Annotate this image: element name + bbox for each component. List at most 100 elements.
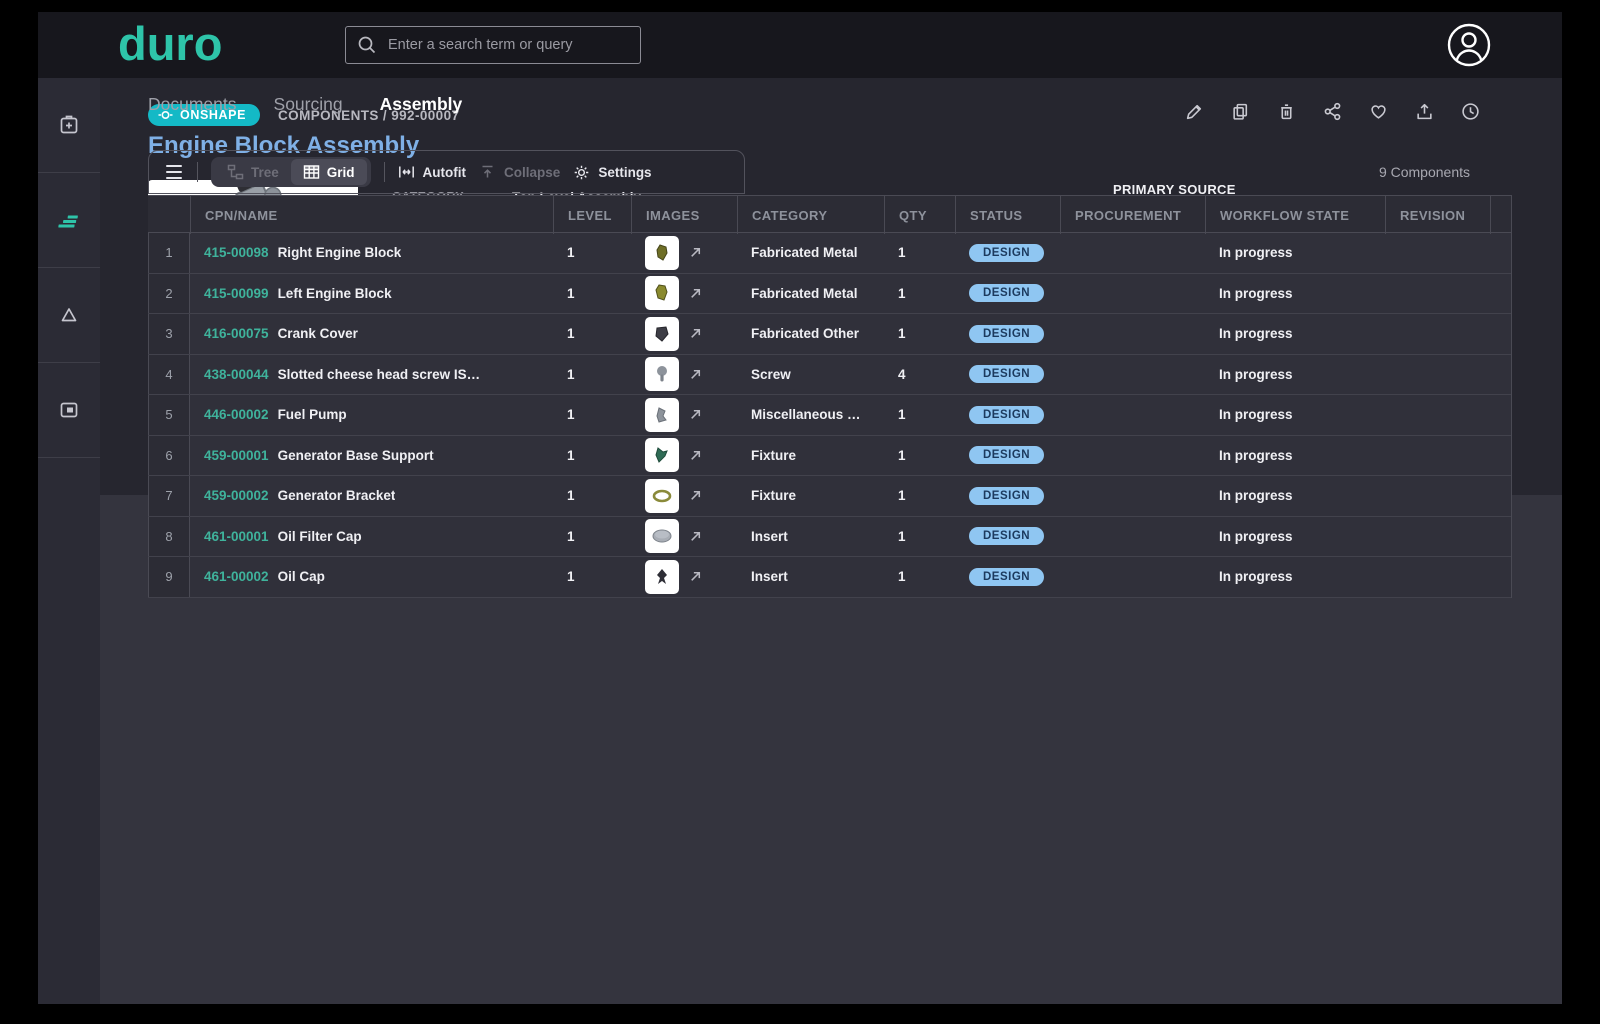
- cpn-link[interactable]: 459-00002: [204, 488, 269, 503]
- cell-images: [631, 519, 737, 553]
- tab-assembly[interactable]: Assembly: [380, 94, 463, 115]
- export-icon[interactable]: [1415, 102, 1434, 121]
- tree-view-button[interactable]: Tree: [215, 159, 291, 185]
- header-cell-category[interactable]: CATEGORY: [737, 196, 884, 234]
- toolbar-divider: [384, 162, 385, 182]
- table-row[interactable]: 2415-00099Left Engine Block1Fabricated M…: [148, 274, 1511, 315]
- table-header: CPN/NAMELEVELIMAGESCATEGORYQTYSTATUSPROC…: [148, 195, 1511, 233]
- cell-images: [631, 357, 737, 391]
- header-cell-qty[interactable]: QTY: [884, 196, 955, 234]
- user-avatar-icon[interactable]: [1446, 22, 1492, 68]
- sidebar-item-kits[interactable]: [38, 78, 100, 173]
- header-cell-images[interactable]: IMAGES: [631, 196, 737, 234]
- search-input[interactable]: [388, 37, 629, 53]
- tab-documents[interactable]: Documents: [148, 94, 237, 115]
- header-cell-revision[interactable]: REVISION: [1385, 196, 1490, 234]
- cpn-link[interactable]: 415-00099: [204, 286, 269, 301]
- cpn-link[interactable]: 461-00002: [204, 569, 269, 584]
- share-icon[interactable]: [1323, 102, 1342, 121]
- table-row[interactable]: 8461-00001Oil Filter Cap1Insert1DESIGNIn…: [148, 517, 1511, 558]
- autofit-button[interactable]: Autofit: [398, 164, 466, 180]
- part-thumbnail[interactable]: [645, 479, 679, 513]
- part-thumbnail[interactable]: [645, 560, 679, 594]
- cell-status: DESIGN: [955, 568, 1060, 586]
- part-thumbnail[interactable]: [645, 317, 679, 351]
- collapse-button[interactable]: Collapse: [479, 164, 560, 180]
- delete-icon[interactable]: [1277, 102, 1296, 121]
- global-search[interactable]: [345, 26, 641, 64]
- sidebar-item-release[interactable]: [38, 363, 100, 458]
- cell-qty: 1: [884, 488, 955, 503]
- header-cell-cpn-name[interactable]: CPN/NAME: [190, 196, 553, 234]
- expand-image-icon[interactable]: [689, 489, 702, 502]
- duro-logo[interactable]: duro: [118, 12, 222, 76]
- cell-images: [631, 276, 737, 310]
- grid-view-button[interactable]: Grid: [291, 159, 367, 185]
- expand-image-icon[interactable]: [689, 368, 702, 381]
- cell-level: 1: [553, 286, 631, 301]
- header-cell-status[interactable]: STATUS: [955, 196, 1060, 234]
- component-name: Crank Cover: [278, 326, 358, 341]
- row-number: 5: [148, 395, 190, 435]
- expand-image-icon[interactable]: [689, 530, 702, 543]
- grid-icon: [303, 164, 320, 180]
- header-cell-index: [148, 196, 190, 234]
- part-thumbnail[interactable]: [645, 276, 679, 310]
- expand-image-icon[interactable]: [689, 246, 702, 259]
- duplicate-icon[interactable]: [1231, 102, 1250, 121]
- cell-status: DESIGN: [955, 446, 1060, 464]
- cell-workflow-state: In progress: [1205, 326, 1385, 341]
- expand-image-icon[interactable]: [689, 570, 702, 583]
- cell-images: [631, 560, 737, 594]
- expand-image-icon[interactable]: [689, 408, 702, 421]
- cpn-link[interactable]: 461-00001: [204, 529, 269, 544]
- cell-cpn-name: 415-00099Left Engine Block: [190, 286, 553, 301]
- row-number: 9: [148, 557, 190, 597]
- part-thumbnail[interactable]: [645, 519, 679, 553]
- table-row[interactable]: 4438-00044Slotted cheese head screw IS…1…: [148, 355, 1511, 396]
- cpn-link[interactable]: 415-00098: [204, 245, 269, 260]
- expand-image-icon[interactable]: [689, 327, 702, 340]
- sidebar-item-change-orders[interactable]: [38, 268, 100, 363]
- sidebar-item-components[interactable]: [38, 173, 100, 268]
- expand-image-icon[interactable]: [689, 287, 702, 300]
- part-thumbnail[interactable]: [645, 236, 679, 270]
- header-action-bar: [1185, 102, 1480, 121]
- table-body: 1415-00098Right Engine Block1Fabricated …: [148, 233, 1511, 598]
- main-content: ONSHAPE COMPONENTS / 992-00007 Engine Bl…: [100, 78, 1562, 1004]
- detail-tabs: Documents Sourcing Assembly: [148, 94, 462, 115]
- header-cell-workflow-state[interactable]: WORKFLOW STATE: [1205, 196, 1385, 234]
- cell-workflow-state: In progress: [1205, 286, 1385, 301]
- cell-qty: 4: [884, 367, 955, 382]
- cpn-link[interactable]: 438-00044: [204, 367, 269, 382]
- table-menu-icon[interactable]: [164, 161, 184, 183]
- cell-level: 1: [553, 326, 631, 341]
- cpn-link[interactable]: 459-00001: [204, 448, 269, 463]
- oil-cap-glyph: [650, 565, 674, 589]
- table-row[interactable]: 7459-00002Generator Bracket1Fixture1DESI…: [148, 476, 1511, 517]
- cell-category: Insert: [737, 569, 884, 584]
- part-thumbnail[interactable]: [645, 398, 679, 432]
- tab-sourcing[interactable]: Sourcing: [274, 94, 343, 115]
- history-clock-icon[interactable]: [1461, 102, 1480, 121]
- cell-cpn-name: 459-00001Generator Base Support: [190, 448, 553, 463]
- settings-button[interactable]: Settings: [573, 164, 651, 181]
- table-row[interactable]: 3416-00075Crank Cover1Fabricated Other1D…: [148, 314, 1511, 355]
- table-row[interactable]: 6459-00001Generator Base Support1Fixture…: [148, 436, 1511, 477]
- table-row[interactable]: 9461-00002Oil Cap1Insert1DESIGNIn progre…: [148, 557, 1511, 598]
- part-thumbnail[interactable]: [645, 357, 679, 391]
- header-cell-level[interactable]: LEVEL: [553, 196, 631, 234]
- header-cell-trailing: [1490, 196, 1511, 234]
- cpn-link[interactable]: 416-00075: [204, 326, 269, 341]
- favorite-heart-icon[interactable]: [1369, 102, 1388, 121]
- cpn-link[interactable]: 446-00002: [204, 407, 269, 422]
- row-number: 4: [148, 355, 190, 395]
- table-row[interactable]: 5446-00002Fuel Pump1Miscellaneous …1DESI…: [148, 395, 1511, 436]
- cell-qty: 1: [884, 569, 955, 584]
- header-cell-procurement[interactable]: PROCUREMENT: [1060, 196, 1205, 234]
- expand-image-icon[interactable]: [689, 449, 702, 462]
- part-thumbnail[interactable]: [645, 438, 679, 472]
- table-row[interactable]: 1415-00098Right Engine Block1Fabricated …: [148, 233, 1511, 274]
- cell-category: Screw: [737, 367, 884, 382]
- edit-icon[interactable]: [1185, 102, 1204, 121]
